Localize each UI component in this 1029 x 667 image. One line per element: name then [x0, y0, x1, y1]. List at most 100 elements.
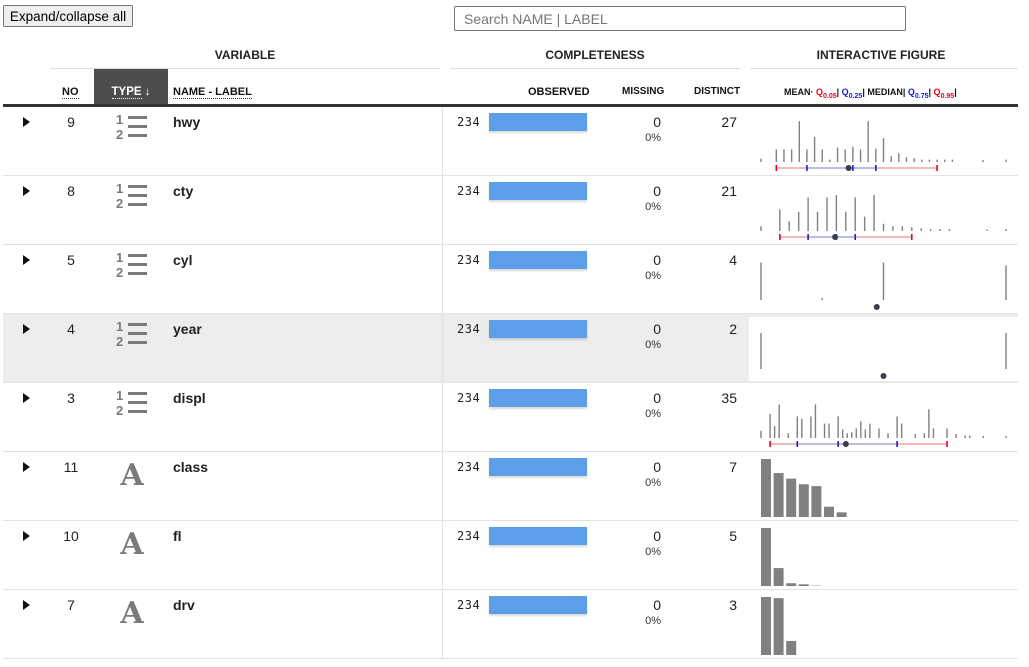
observed-bar: [489, 320, 587, 338]
column-header-missing: MISSING: [622, 86, 665, 97]
numeric-icon: 12: [114, 180, 150, 211]
numeric-icon: 12: [114, 387, 150, 418]
table-row[interactable]: 8 1 2 cty 234 0 0% 21: [3, 176, 1018, 245]
missing-percent: 0%: [645, 201, 661, 213]
svg-text:A: A: [119, 458, 144, 486]
category-bar: [761, 597, 771, 655]
column-divider: [442, 107, 443, 176]
svg-text:1: 1: [116, 250, 123, 265]
table-row[interactable]: 9 1 2 hwy 234 0 0% 27: [3, 107, 1018, 176]
observed-count: 234: [457, 253, 481, 267]
missing-count: 0: [653, 528, 661, 544]
table-row[interactable]: 3 1 2 displ 234 0 0% 35: [3, 383, 1018, 452]
observed-count: 234: [457, 322, 481, 336]
category-bar: [798, 584, 809, 586]
distinct-count: 4: [729, 252, 737, 268]
distinct-count: 2: [729, 321, 737, 337]
observed-count: 234: [457, 184, 481, 198]
row-number: 7: [67, 597, 75, 613]
interactive-figure[interactable]: [749, 248, 1018, 312]
category-bar: [786, 583, 797, 586]
expand-row-caret-icon[interactable]: [23, 117, 30, 127]
group-underline-completeness: [450, 68, 740, 69]
svg-text:2: 2: [116, 196, 123, 210]
table-row[interactable]: 5 1 2 cyl 234 0 0% 4: [3, 245, 1018, 314]
expand-row-caret-icon[interactable]: [23, 462, 30, 472]
group-underline-interactive-figure: [750, 68, 1018, 69]
mean-dot: [842, 441, 849, 447]
missing-percent: 0%: [645, 477, 661, 489]
column-divider: [442, 590, 443, 659]
expand-row-caret-icon[interactable]: [23, 531, 30, 541]
svg-text:2: 2: [116, 334, 123, 348]
interactive-figure[interactable]: [749, 593, 1018, 657]
row-number: 3: [67, 390, 75, 406]
interactive-figure[interactable]: [749, 386, 1018, 450]
table-row[interactable]: 7 Adrv 234 0 0% 3: [3, 590, 1018, 659]
mean-dot: [880, 373, 887, 379]
mean-dot: [873, 304, 880, 310]
table-row[interactable]: 11 Aclass 234 0 0% 7: [3, 452, 1018, 521]
missing-percent: 0%: [645, 270, 661, 282]
observed-bar: [489, 458, 587, 476]
column-divider: [442, 452, 443, 521]
legend-q05: Q0.05: [816, 87, 837, 100]
sort-arrow-icon: ↓: [144, 86, 151, 98]
column-header-observed: OBSERVED: [528, 86, 590, 98]
svg-text:2: 2: [116, 403, 123, 417]
interactive-figure[interactable]: [749, 179, 1018, 243]
observed-bar: [489, 113, 587, 131]
legend-q75: Q0.75: [907, 87, 929, 100]
column-header-type[interactable]: TYPE ↓: [94, 86, 168, 99]
numeric-icon: 12: [114, 249, 150, 280]
expand-row-caret-icon[interactable]: [23, 600, 30, 610]
svg-text:2: 2: [116, 127, 123, 141]
distinct-count: 3: [729, 597, 737, 613]
expand-row-caret-icon[interactable]: [23, 393, 30, 403]
category-bar: [824, 506, 834, 517]
column-divider: [442, 521, 443, 590]
category-bar: [836, 512, 847, 517]
missing-count: 0: [653, 321, 661, 337]
missing-percent: 0%: [645, 408, 661, 420]
category-bar: [761, 528, 771, 586]
category-bar: [786, 478, 797, 517]
observed-count: 234: [457, 115, 481, 129]
column-divider: [442, 314, 443, 383]
interactive-figure[interactable]: [749, 524, 1018, 588]
svg-text:A: A: [119, 596, 144, 624]
expand-collapse-all-button[interactable]: Expand/collapse all: [3, 5, 133, 27]
variable-name: class: [173, 459, 209, 475]
expand-row-caret-icon[interactable]: [23, 186, 30, 196]
category-bar: [773, 568, 784, 586]
variable-name: cty: [173, 183, 194, 199]
numeric-icon: 12: [114, 111, 150, 142]
row-number: 4: [67, 321, 75, 337]
expand-row-caret-icon[interactable]: [23, 255, 30, 265]
column-header-name-label[interactable]: NAME - LABEL: [173, 86, 252, 99]
svg-text:1: 1: [116, 181, 123, 196]
variable-name: cyl: [173, 252, 193, 268]
column-header-no[interactable]: NO: [62, 86, 79, 99]
interactive-figure[interactable]: [749, 110, 1018, 174]
interactive-figure[interactable]: [749, 455, 1018, 519]
interactive-figure[interactable]: [749, 317, 1018, 381]
mean-dot: [845, 165, 852, 171]
table-row[interactable]: 4 1 2 year 234 0 0% 2: [3, 314, 1018, 383]
svg-text:1: 1: [116, 388, 123, 403]
distinct-count: 21: [721, 183, 737, 199]
expand-row-caret-icon[interactable]: [23, 324, 30, 334]
observed-bar: [489, 389, 587, 407]
category-bar: [761, 459, 771, 517]
text-icon: A: [114, 594, 150, 631]
svg-text:1: 1: [116, 319, 123, 334]
observed-bar: [489, 182, 587, 200]
group-header-interactive-figure: INTERACTIVE FIGURE: [816, 48, 946, 62]
observed-count: 234: [457, 460, 481, 474]
distinct-count: 27: [721, 114, 737, 130]
missing-percent: 0%: [645, 132, 661, 144]
row-number: 10: [63, 528, 79, 544]
table-row[interactable]: 10 Afl 234 0 0% 5: [3, 521, 1018, 590]
search-input[interactable]: [454, 6, 906, 31]
svg-text:2: 2: [116, 265, 123, 279]
